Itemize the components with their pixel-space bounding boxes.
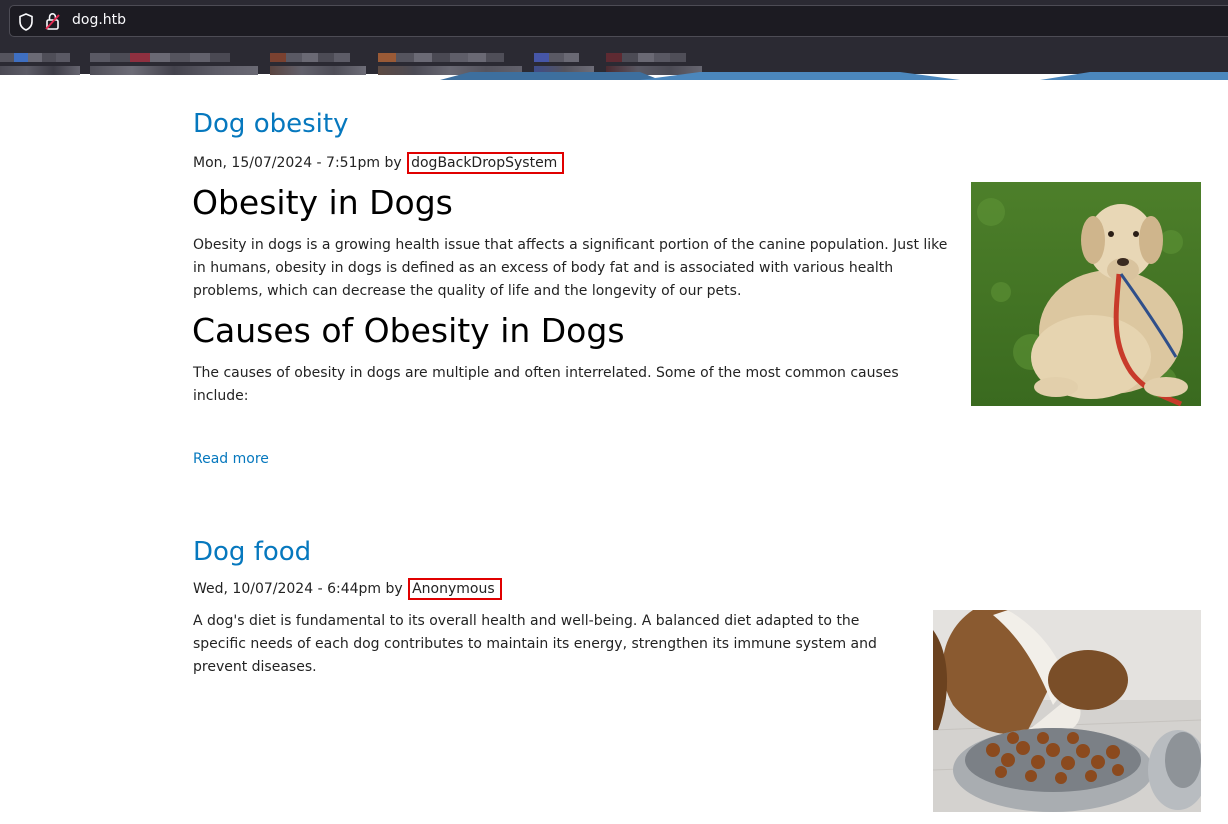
bookmark-item[interactable] <box>90 47 258 75</box>
shield-icon[interactable] <box>18 13 34 31</box>
post-meta: Mon, 15/07/2024 - 7:51pm by dogBackDropS… <box>193 152 565 174</box>
post-title-link[interactable]: Dog obesity <box>193 109 348 139</box>
post-date: Wed, 10/07/2024 - 6:44pm by <box>193 581 403 597</box>
header-banner-edge <box>440 72 1228 80</box>
dog-obesity-image <box>971 182 1201 406</box>
insecure-lock-icon[interactable] <box>45 12 61 30</box>
bookmark-item[interactable] <box>606 47 702 75</box>
article-paragraph: A dog's diet is fundamental to its overa… <box>193 613 877 675</box>
bookmark-item[interactable] <box>270 47 366 75</box>
post-date: Mon, 15/07/2024 - 7:51pm by <box>193 155 402 171</box>
read-more-link[interactable]: Read more <box>193 451 269 467</box>
bookmark-item[interactable] <box>378 47 522 75</box>
bookmark-item[interactable] <box>534 47 594 75</box>
post-author-highlighted: dogBackDropSystem <box>407 152 565 174</box>
article-paragraph: Obesity in dogs is a growing health issu… <box>193 237 948 299</box>
address-bar[interactable]: dog.htb <box>9 5 1228 37</box>
article-paragraph: The causes of obesity in dogs are multip… <box>193 365 899 404</box>
article-heading: Obesity in Dogs <box>192 183 453 222</box>
dog-food-image <box>933 610 1201 812</box>
post-meta: Wed, 10/07/2024 - 6:44pm by Anonymous <box>193 578 502 600</box>
bookmarks-toolbar <box>0 44 1228 75</box>
post-author-highlighted: Anonymous <box>408 578 502 600</box>
browser-chrome: dog.htb <box>0 0 1228 80</box>
post-title-link[interactable]: Dog food <box>193 537 311 567</box>
bookmark-item[interactable] <box>0 47 80 75</box>
url-text[interactable]: dog.htb <box>72 12 126 28</box>
article-heading: Causes of Obesity in Dogs <box>192 311 625 350</box>
